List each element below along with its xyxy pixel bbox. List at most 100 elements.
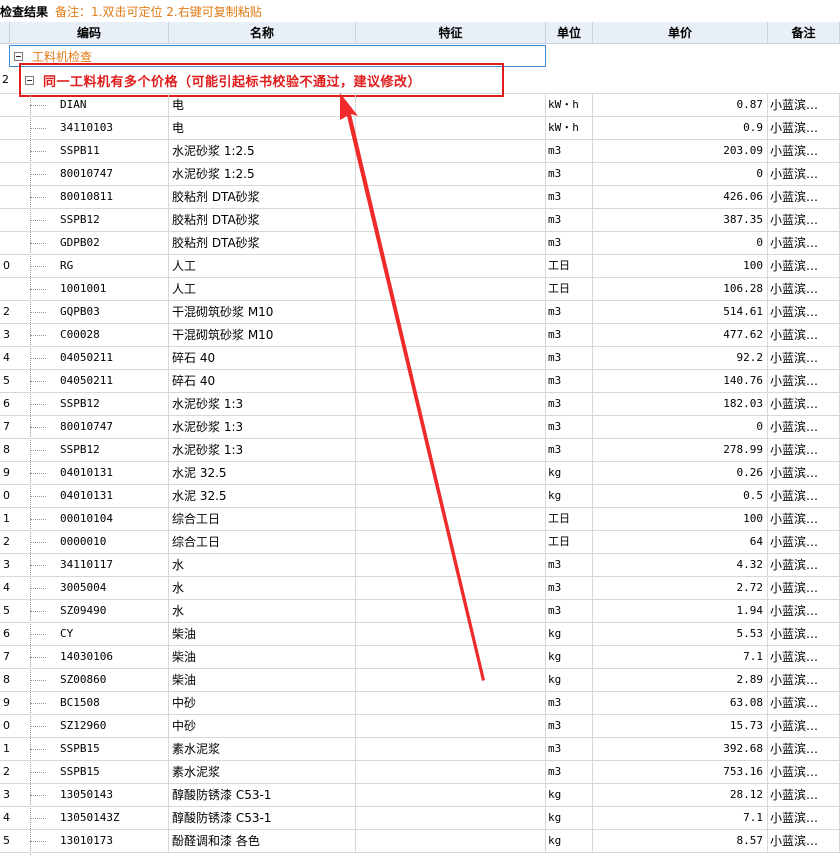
- table-row[interactable]: 2 GQPB03 干混砌筑砂浆 M10 m3 514.61 小蓝滨…: [0, 301, 840, 324]
- table-row[interactable]: 2 SSPB15 素水泥浆 m3 753.16 小蓝滨…: [0, 761, 840, 784]
- table-row[interactable]: 3 13050143 醇酸防锈漆 C53-1 kg 28.12 小蓝滨…: [0, 784, 840, 807]
- feature-cell: [356, 508, 546, 530]
- feature-cell: [356, 347, 546, 369]
- price-cell: 278.99: [593, 439, 768, 461]
- unit-cell: m3: [546, 761, 593, 783]
- table-row[interactable]: 5 SZ09490 水 m3 1.94 小蓝滨…: [0, 600, 840, 623]
- price-cell: 92.2: [593, 347, 768, 369]
- row-number: [0, 94, 10, 116]
- table-row[interactable]: 2 0000010 综合工日 工日 64 小蓝滨…: [0, 531, 840, 554]
- table-row[interactable]: 8 SZ00860 柴油 kg 2.89 小蓝滨…: [0, 669, 840, 692]
- unit-cell: m3: [546, 715, 593, 737]
- tree-connector: [30, 726, 46, 727]
- table-row[interactable]: 80010747 水泥砂浆 1:2.5 m3 0 小蓝滨…: [0, 163, 840, 186]
- unit-cell: m3: [546, 600, 593, 622]
- price-cell: 392.68: [593, 738, 768, 760]
- table-row[interactable]: 1 SSPB15 素水泥浆 m3 392.68 小蓝滨…: [0, 738, 840, 761]
- table-row[interactable]: 1 00010104 综合工日 工日 100 小蓝滨…: [0, 508, 840, 531]
- name-cell: 胶粘剂 DTA砂浆: [169, 209, 356, 231]
- row-number: [0, 117, 10, 139]
- price-cell: 1.94: [593, 600, 768, 622]
- unit-cell: m3: [546, 393, 593, 415]
- tree-connector: [30, 634, 46, 635]
- table-row[interactable]: 0 04010131 水泥 32.5 kg 0.5 小蓝滨…: [0, 485, 840, 508]
- row-number: 5: [3, 374, 10, 387]
- table-row[interactable]: 7 14030106 柴油 kg 7.1 小蓝滨…: [0, 646, 840, 669]
- header-feature[interactable]: 特征: [356, 22, 546, 44]
- table-row[interactable]: SSPB12 胶粘剂 DTA砂浆 m3 387.35 小蓝滨…: [0, 209, 840, 232]
- table-row[interactable]: 9 BC1508 中砂 m3 63.08 小蓝滨…: [0, 692, 840, 715]
- table-row[interactable]: 5 04050211 碎石 40 m3 140.76 小蓝滨…: [0, 370, 840, 393]
- header-remark[interactable]: 备注: [768, 22, 840, 44]
- unit-cell: m3: [546, 554, 593, 576]
- tree-connector: [30, 542, 46, 543]
- unit-cell: 工日: [546, 278, 593, 300]
- tree-connector: [30, 128, 46, 129]
- table-row[interactable]: 0 SZ12960 中砂 m3 15.73 小蓝滨…: [0, 715, 840, 738]
- table-row[interactable]: 34110103 电 kW・h 0.9 小蓝滨…: [0, 117, 840, 140]
- name-cell: 胶粘剂 DTA砂浆: [169, 186, 356, 208]
- feature-cell: [356, 738, 546, 760]
- collapse-icon[interactable]: [14, 52, 23, 61]
- table-row[interactable]: 8 SSPB12 水泥砂浆 1:3 m3 278.99 小蓝滨…: [0, 439, 840, 462]
- row-number: [0, 232, 10, 254]
- feature-cell: [356, 278, 546, 300]
- table-row[interactable]: SSPB11 水泥砂浆 1:2.5 m3 203.09 小蓝滨…: [0, 140, 840, 163]
- feature-cell: [356, 669, 546, 691]
- unit-cell: kg: [546, 646, 593, 668]
- table-row[interactable]: 4 04050211 碎石 40 m3 92.2 小蓝滨…: [0, 347, 840, 370]
- header-unit[interactable]: 单位: [546, 22, 593, 44]
- table-row[interactable]: 1001001 人工 工日 106.28 小蓝滨…: [0, 278, 840, 301]
- table-row[interactable]: GDPB02 胶粘剂 DTA砂浆 m3 0 小蓝滨…: [0, 232, 840, 255]
- unit-cell: 工日: [546, 508, 593, 530]
- price-cell: 753.16: [593, 761, 768, 783]
- unit-cell: m3: [546, 232, 593, 254]
- name-cell: 中砂: [169, 715, 356, 737]
- remark-cell: 小蓝滨…: [768, 347, 840, 369]
- price-cell: 5.53: [593, 623, 768, 645]
- header-corner: [0, 22, 10, 44]
- name-cell: 电: [169, 94, 356, 116]
- remark-cell: 小蓝滨…: [768, 186, 840, 208]
- table-row[interactable]: 0 RG 人工 工日 100 小蓝滨…: [0, 255, 840, 278]
- table-row[interactable]: 7 80010747 水泥砂浆 1:3 m3 0 小蓝滨…: [0, 416, 840, 439]
- remark-cell: 小蓝滨…: [768, 807, 840, 829]
- feature-cell: [356, 830, 546, 852]
- header-price[interactable]: 单价: [593, 22, 768, 44]
- table-row[interactable]: 3 C00028 干混砌筑砂浆 M10 m3 477.62 小蓝滨…: [0, 324, 840, 347]
- unit-cell: kg: [546, 784, 593, 806]
- tree-connector: [30, 749, 46, 750]
- price-cell: 7.1: [593, 807, 768, 829]
- table-row[interactable]: 5 13010173 酚醛调和漆 各色 kg 8.57 小蓝滨…: [0, 830, 840, 853]
- header-name[interactable]: 名称: [169, 22, 356, 44]
- price-cell: 64: [593, 531, 768, 553]
- remark-cell: 小蓝滨…: [768, 416, 840, 438]
- table-row[interactable]: 9 04010131 水泥 32.5 kg 0.26 小蓝滨…: [0, 462, 840, 485]
- feature-cell: [356, 439, 546, 461]
- row-number: 2: [3, 535, 10, 548]
- price-cell: 0: [593, 232, 768, 254]
- remark-cell: 小蓝滨…: [768, 715, 840, 737]
- name-cell: 水泥砂浆 1:3: [169, 416, 356, 438]
- feature-cell: [356, 140, 546, 162]
- tree-connector: [30, 220, 46, 221]
- table-row[interactable]: 4 3005004 水 m3 2.72 小蓝滨…: [0, 577, 840, 600]
- feature-cell: [356, 485, 546, 507]
- row-number: 0: [3, 259, 10, 272]
- row-number: 5: [3, 604, 10, 617]
- table-row[interactable]: 4 13050143Z 醇酸防锈漆 C53-1 kg 7.1 小蓝滨…: [0, 807, 840, 830]
- header-code[interactable]: 编码: [10, 22, 169, 44]
- table-row[interactable]: 6 SSPB12 水泥砂浆 1:3 m3 182.03 小蓝滨…: [0, 393, 840, 416]
- name-cell: 素水泥浆: [169, 761, 356, 783]
- panel-title: 检查结果: [0, 5, 49, 19]
- table-row[interactable]: 80010811 胶粘剂 DTA砂浆 m3 426.06 小蓝滨…: [0, 186, 840, 209]
- tree-connector: [30, 818, 46, 819]
- unit-cell: kW・h: [546, 94, 593, 116]
- name-cell: 胶粘剂 DTA砂浆: [169, 232, 356, 254]
- table-row[interactable]: DIAN 电 kW・h 0.87 小蓝滨…: [0, 94, 840, 117]
- tree-connector: [30, 565, 46, 566]
- remark-cell: 小蓝滨…: [768, 209, 840, 231]
- table-row[interactable]: 3 34110117 水 m3 4.32 小蓝滨…: [0, 554, 840, 577]
- table-row[interactable]: 6 CY 柴油 kg 5.53 小蓝滨…: [0, 623, 840, 646]
- tree-connector: [30, 335, 46, 336]
